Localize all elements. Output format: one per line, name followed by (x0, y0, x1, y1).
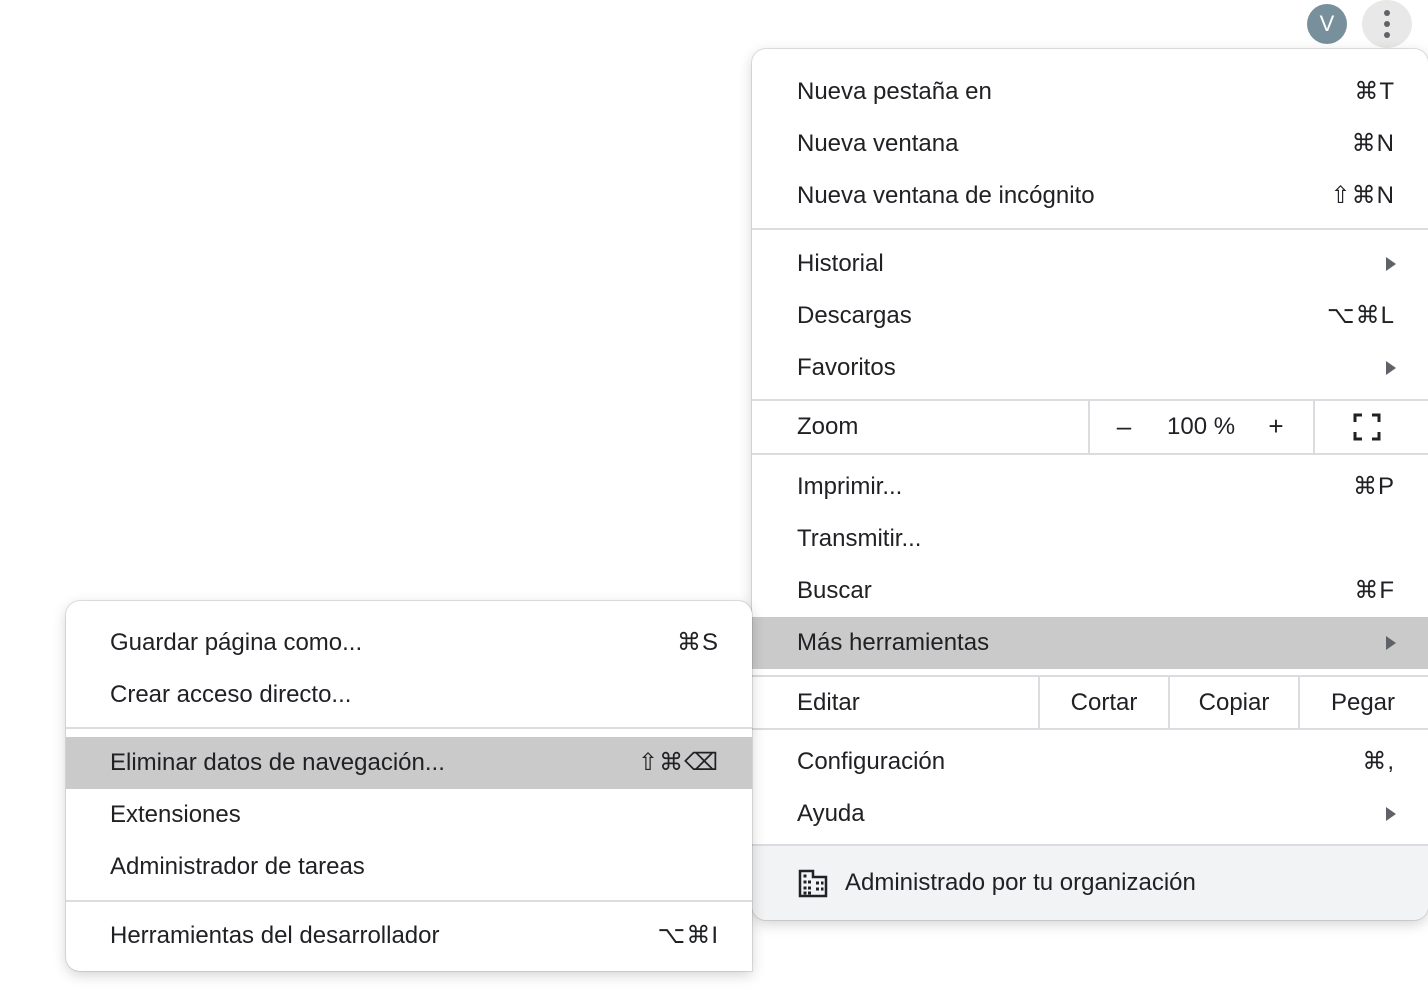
menu-separator (66, 727, 752, 729)
shortcut-label: ⌥⌘I (657, 922, 719, 949)
menu-item-label: Descargas (797, 302, 912, 329)
menu-item-new-window[interactable]: Nueva ventana ⌘N (752, 118, 1428, 170)
shortcut-label: ⌘P (1352, 473, 1395, 500)
submenu-item-task-manager[interactable]: Administrador de tareas (66, 841, 752, 893)
menu-item-incognito[interactable]: Nueva ventana de incógnito ⇧⌘N (752, 170, 1428, 222)
submenu-item-clear-browsing-data[interactable]: Eliminar datos de navegación... ⇧⌘⌫ (66, 737, 752, 789)
shortcut-label: ⌘S (676, 629, 719, 656)
building-icon (798, 869, 828, 898)
submenu-item-extensions[interactable]: Extensiones (66, 789, 752, 841)
zoom-in-button[interactable]: + (1261, 400, 1291, 453)
chrome-menu-button[interactable] (1362, 0, 1412, 48)
menu-item-more-tools[interactable]: Más herramientas (752, 617, 1428, 669)
menu-item-label: Imprimir... (797, 473, 903, 500)
submenu-arrow-icon (1386, 257, 1396, 271)
menu-separator (66, 900, 752, 902)
menu-item-print[interactable]: Imprimir... ⌘P (752, 461, 1428, 513)
menu-item-history[interactable]: Historial (752, 238, 1428, 290)
menu-item-label: Favoritos (797, 354, 896, 381)
menu-item-new-tab[interactable]: Nueva pestaña en ⌘T (752, 66, 1428, 118)
edit-row: Editar Cortar Copiar Pegar (752, 676, 1428, 729)
submenu-arrow-icon (1386, 807, 1396, 821)
submenu-item-save-page[interactable]: Guardar página como... ⌘S (66, 617, 752, 669)
menu-item-label: Guardar página como... (110, 629, 363, 656)
managed-by-organization[interactable]: Administrado por tu organización (752, 846, 1428, 920)
menu-separator (752, 228, 1428, 230)
menu-item-bookmarks[interactable]: Favoritos (752, 342, 1428, 394)
menu-item-label: Transmitir... (797, 525, 922, 552)
shortcut-label: ⇧⌘⌫ (637, 749, 719, 776)
vertical-dots-icon (1384, 10, 1390, 38)
submenu-item-create-shortcut[interactable]: Crear acceso directo... (66, 669, 752, 721)
menu-item-label: Nueva pestaña en (797, 78, 992, 105)
chrome-main-menu: Nueva pestaña en ⌘T Nueva ventana ⌘N Nue… (752, 49, 1428, 920)
menu-item-label: Ayuda (797, 800, 865, 827)
menu-item-find[interactable]: Buscar ⌘F (752, 565, 1428, 617)
zoom-row: Zoom – 100 % + (752, 400, 1428, 453)
submenu-item-developer-tools[interactable]: Herramientas del desarrollador ⌥⌘I (66, 910, 752, 962)
submenu-arrow-icon (1386, 636, 1396, 650)
menu-separator (752, 728, 1428, 730)
menu-item-help[interactable]: Ayuda (752, 788, 1428, 840)
submenu-arrow-icon (1386, 361, 1396, 375)
menu-item-settings[interactable]: Configuración ⌘, (752, 736, 1428, 788)
shortcut-label: ⌘, (1362, 748, 1395, 775)
menu-item-label: Configuración (797, 748, 946, 775)
menu-item-label: Historial (797, 250, 884, 277)
menu-separator (752, 453, 1428, 455)
edit-label: Editar (797, 689, 860, 716)
menu-item-label: Eliminar datos de navegación... (110, 749, 445, 776)
shortcut-label: ⌘N (1351, 130, 1395, 157)
more-tools-submenu: Guardar página como... ⌘S Crear acceso d… (66, 601, 752, 971)
managed-label: Administrado por tu organización (845, 869, 1196, 896)
zoom-out-button[interactable]: – (1109, 400, 1139, 453)
shortcut-label: ⇧⌘N (1330, 182, 1395, 209)
menu-item-label: Extensiones (110, 801, 241, 828)
menu-item-label: Herramientas del desarrollador (110, 922, 440, 949)
cut-button[interactable]: Cortar (1040, 676, 1168, 729)
shortcut-label: ⌥⌘L (1326, 302, 1395, 329)
menu-item-label: Administrador de tareas (110, 853, 365, 880)
shortcut-label: ⌘T (1354, 78, 1395, 105)
zoom-level-value: 100 % (1167, 413, 1236, 440)
fullscreen-icon[interactable] (1352, 412, 1382, 442)
menu-item-label: Crear acceso directo... (110, 681, 352, 708)
divider (1313, 400, 1315, 453)
shortcut-label: ⌘F (1354, 577, 1395, 604)
menu-item-cast[interactable]: Transmitir... (752, 513, 1428, 565)
copy-button[interactable]: Copiar (1170, 676, 1298, 729)
divider (1088, 400, 1090, 453)
menu-item-label: Buscar (797, 577, 872, 604)
zoom-label: Zoom (797, 413, 859, 440)
paste-button[interactable]: Pegar (1300, 676, 1426, 729)
menu-item-label: Más herramientas (797, 629, 990, 656)
menu-item-label: Nueva ventana de incógnito (797, 182, 1095, 209)
menu-item-downloads[interactable]: Descargas ⌥⌘L (752, 290, 1428, 342)
profile-avatar[interactable]: V (1307, 4, 1347, 44)
menu-item-label: Nueva ventana (797, 130, 959, 157)
